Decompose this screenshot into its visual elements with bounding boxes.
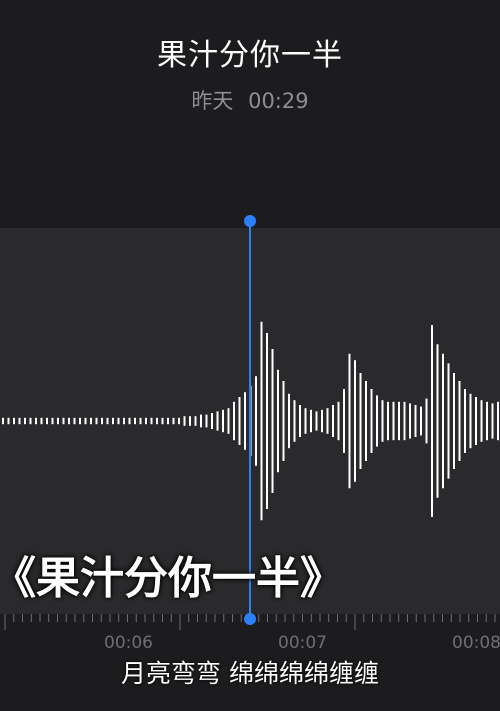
timeline-label: 00:06 bbox=[104, 633, 153, 653]
video-subtitle: 月亮弯弯 绵绵绵绵缠缠 bbox=[121, 659, 379, 688]
playhead-top-handle[interactable] bbox=[244, 215, 256, 227]
timeline-label: 00:08 bbox=[452, 633, 500, 653]
video-overlay-title: 《果汁分你一半》 bbox=[0, 553, 344, 604]
timeline-label: 00:07 bbox=[278, 633, 327, 653]
playhead-bottom-handle[interactable] bbox=[244, 613, 256, 625]
